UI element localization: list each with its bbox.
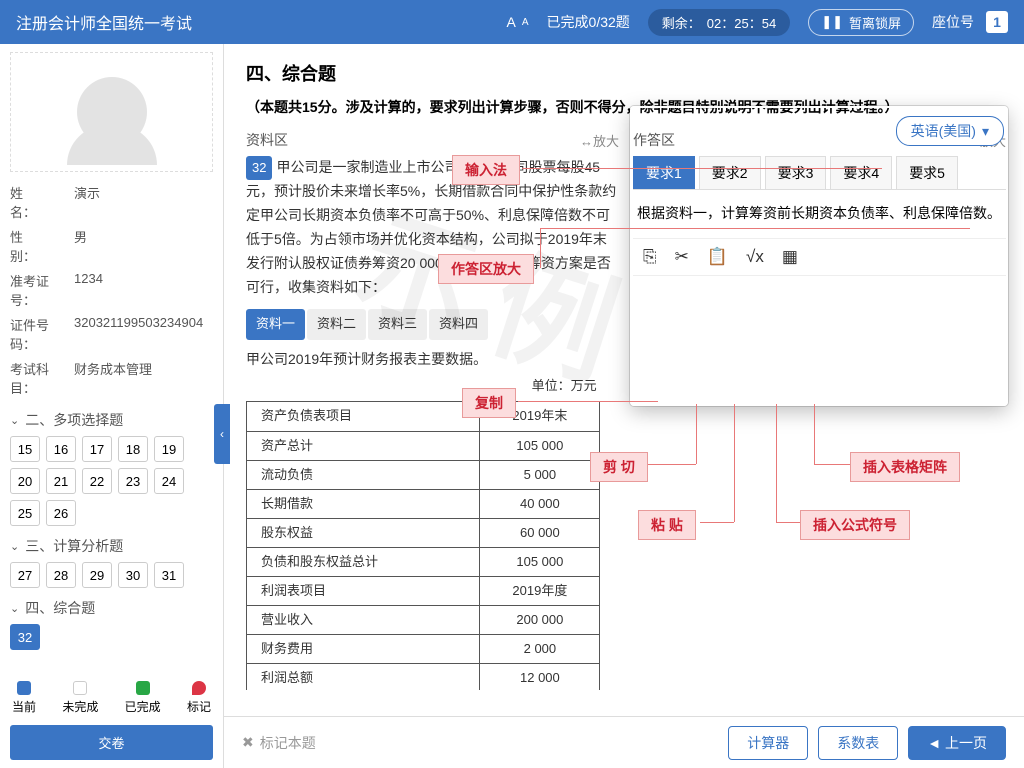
question-number: 32 (246, 156, 272, 180)
section-header[interactable]: ⌄三、计算分析题 (10, 536, 213, 556)
question-desc: （本题共15分。涉及计算的，要求列出计算步骤，否则不得分，除非题目特别说明不需要… (246, 96, 1006, 118)
financial-table: 资产负债表项目2019年末资产总计105 000流动负债5 000长期借款40 … (246, 401, 600, 690)
mark-question-button[interactable]: ✖ 标记本题 (242, 733, 316, 753)
calculator-button[interactable]: 计算器 (728, 726, 808, 760)
chevron-down-icon: ▾ (982, 123, 989, 140)
avatar (10, 52, 213, 172)
question-nav-26[interactable]: 26 (46, 500, 76, 526)
prev-page-button[interactable]: ◄ 上一页 (908, 726, 1006, 760)
material-tab[interactable]: 资料四 (429, 309, 488, 339)
lock-screen-button[interactable]: ❚❚ 暂离锁屏 (808, 9, 914, 36)
table-unit: 单位：万元 (246, 375, 597, 397)
question-nav-18[interactable]: 18 (118, 436, 148, 462)
question-nav-15[interactable]: 15 (10, 436, 40, 462)
progress-text: 已完成0/32题 (547, 12, 630, 32)
requirement-tab[interactable]: 要求4 (830, 156, 892, 189)
requirement-tab[interactable]: 要求3 (765, 156, 827, 189)
section-title: 四、综合题 (246, 60, 1006, 86)
question-nav-21[interactable]: 21 (46, 468, 76, 494)
answer-area-label: 作答区 (633, 130, 675, 150)
requirement-tab[interactable]: 要求2 (699, 156, 761, 189)
profile-row: 姓 名：演示 (10, 180, 213, 224)
profile-row: 准考证号：1234 (10, 268, 213, 312)
copy-icon[interactable]: ⎘ (643, 247, 657, 267)
question-nav-25[interactable]: 25 (10, 500, 40, 526)
callout-ime: 输入法 (452, 155, 520, 185)
requirement-tab[interactable]: 要求1 (633, 156, 695, 189)
profile-row: 考试科目：财务成本管理 (10, 356, 213, 400)
callout-insert-formula: 插入公式符号 (800, 510, 910, 540)
timer: 剩余：02：25：54 (648, 9, 790, 36)
question-nav-27[interactable]: 27 (10, 562, 40, 588)
legend: 当前 未完成 已完成 标记 (10, 675, 213, 725)
table-icon[interactable]: ▦ (782, 247, 798, 267)
editor-toolbar: ⎘ ✂ 📋 √x ▦ (633, 238, 1006, 276)
requirement-text: 根据资料一，计算筹资前长期资本负债率、利息保障倍数。 (633, 190, 1006, 238)
material-tab[interactable]: 资料三 (368, 309, 427, 339)
question-nav-29[interactable]: 29 (82, 562, 112, 588)
question-nav-24[interactable]: 24 (154, 468, 184, 494)
material-tab[interactable]: 资料一 (246, 309, 305, 339)
profile-row: 证件号码：320321199503234904 (10, 312, 213, 356)
paste-icon[interactable]: 📋 (707, 247, 728, 267)
callout-copy: 复制 (462, 388, 516, 418)
section-header[interactable]: ⌄二、多项选择题 (10, 410, 213, 430)
exam-title: 注册会计师全国统一考试 (16, 10, 192, 34)
question-nav-31[interactable]: 31 (154, 562, 184, 588)
section-header[interactable]: ⌄四、综合题 (10, 598, 213, 618)
seat-label: 座位号1 (932, 11, 1008, 33)
question-nav-23[interactable]: 23 (118, 468, 148, 494)
ime-language-selector[interactable]: 英语(美国) ▾ (896, 116, 1004, 146)
material-area-label: 资料区 (246, 130, 288, 150)
question-nav-22[interactable]: 22 (82, 468, 112, 494)
callout-answer-zoom: 作答区放大 (438, 254, 534, 284)
coefficient-table-button[interactable]: 系数表 (818, 726, 898, 760)
question-nav-17[interactable]: 17 (82, 436, 112, 462)
callout-paste: 粘 贴 (638, 510, 696, 540)
question-nav-30[interactable]: 30 (118, 562, 148, 588)
seat-number: 1 (986, 11, 1008, 33)
sidebar-collapse-handle[interactable]: ‹ (214, 404, 230, 464)
callout-insert-table: 插入表格矩阵 (850, 452, 960, 482)
question-nav-28[interactable]: 28 (46, 562, 76, 588)
question-nav-16[interactable]: 16 (46, 436, 76, 462)
table-caption: 甲公司2019年预计财务报表主要数据。 (246, 348, 619, 372)
requirement-tab[interactable]: 要求5 (896, 156, 958, 189)
profile-row: 性 别：男 (10, 224, 213, 268)
question-nav-32[interactable]: 32 (10, 624, 40, 650)
material-tab[interactable]: 资料二 (307, 309, 366, 339)
material-expand-button[interactable]: ↔放大 (580, 131, 619, 150)
formula-icon[interactable]: √x (746, 247, 764, 267)
question-nav-19[interactable]: 19 (154, 436, 184, 462)
question-nav-20[interactable]: 20 (10, 468, 40, 494)
submit-button[interactable]: 交卷 (10, 725, 213, 760)
font-size-icon[interactable]: AA (507, 14, 529, 30)
callout-cut: 剪 切 (590, 452, 648, 482)
answer-editor[interactable] (633, 276, 1006, 690)
cut-icon[interactable]: ✂ (675, 247, 689, 267)
